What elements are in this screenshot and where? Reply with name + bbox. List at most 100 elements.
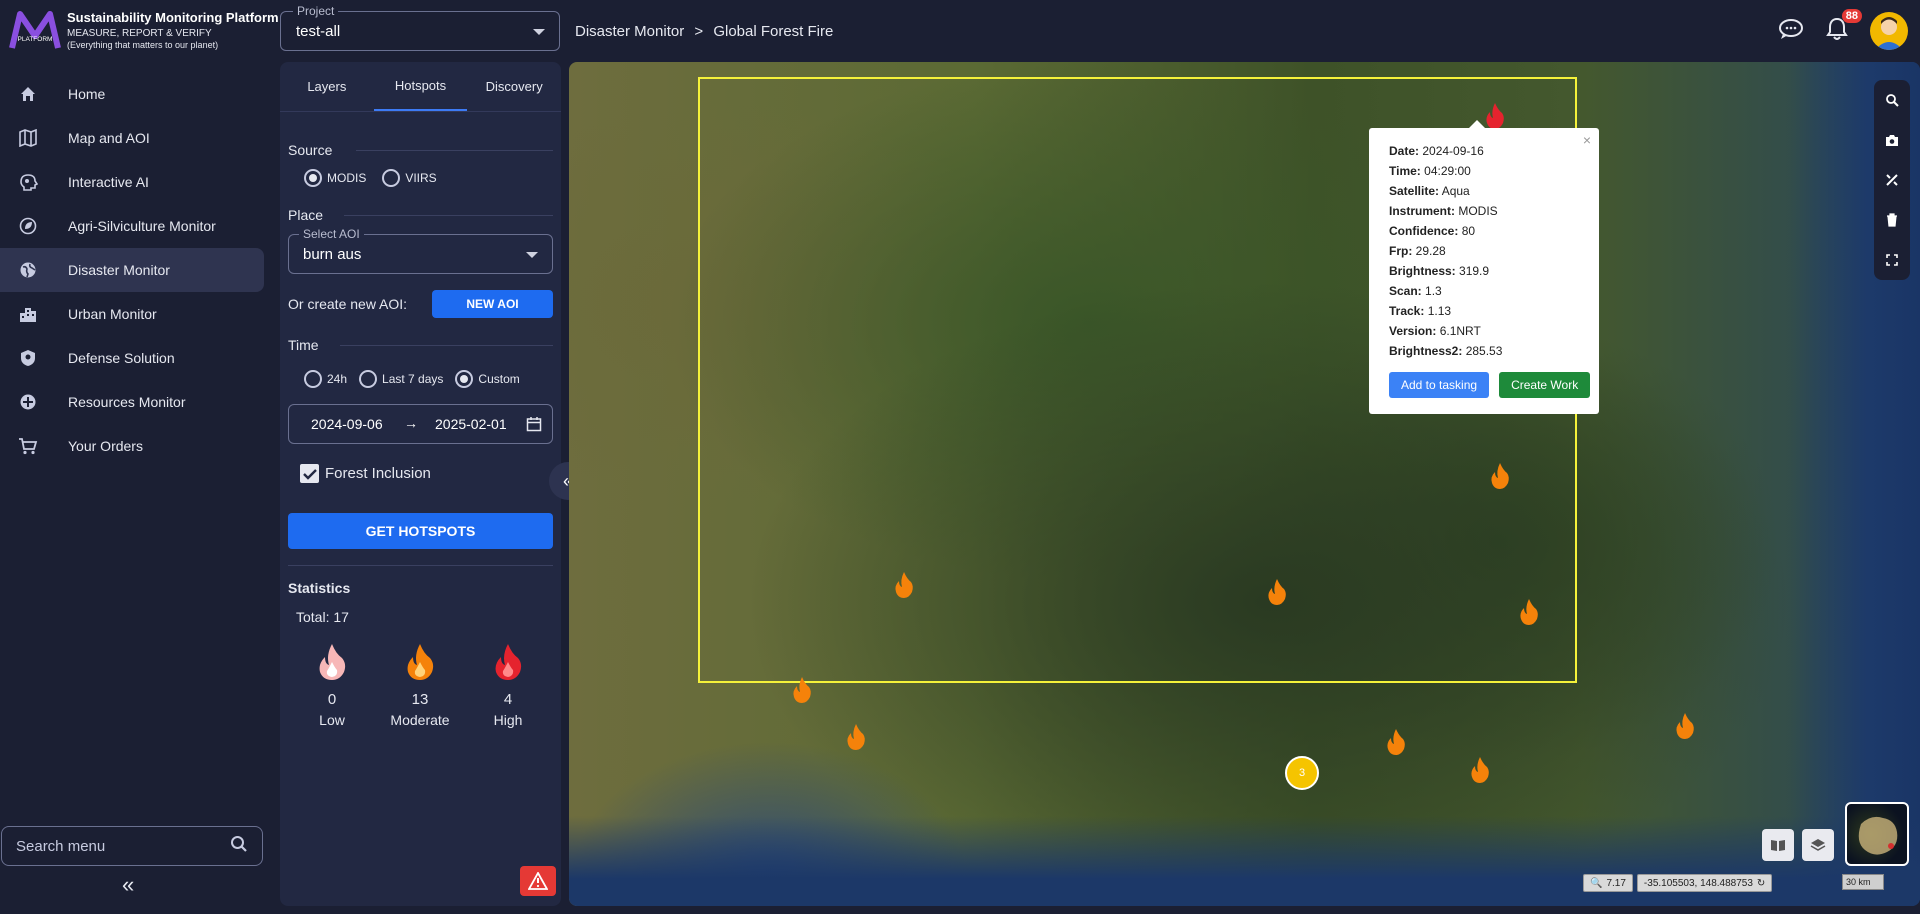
sidebar-item-your-orders[interactable]: Your Orders	[0, 424, 264, 468]
source-radio-modis[interactable]: MODIS	[304, 169, 366, 187]
divider	[344, 215, 553, 216]
tab-layers[interactable]: Layers	[280, 62, 374, 111]
project-select[interactable]: Project test-all	[280, 4, 560, 51]
tab-hotspots[interactable]: Hotspots	[373, 62, 468, 111]
fire-hotspot-marker[interactable]	[791, 676, 813, 704]
time-radio-24h[interactable]: 24h	[304, 370, 347, 388]
sidebar-item-home[interactable]: Home	[0, 72, 264, 116]
svg-text:PLATFORM: PLATFORM	[18, 36, 53, 43]
add-to-tasking-button[interactable]: Add to tasking	[1389, 372, 1490, 398]
fire-hotspot-marker[interactable]	[1385, 728, 1407, 756]
trash-icon[interactable]	[1874, 200, 1910, 240]
tab-discovery[interactable]: Discovery	[467, 62, 561, 111]
refresh-icon[interactable]: ↻	[1757, 878, 1765, 889]
chat-icon[interactable]	[1778, 18, 1804, 45]
popup-row: Instrument: MODIS	[1389, 201, 1579, 221]
sidebar-item-agri-silviculture[interactable]: Agri-Silviculture Monitor	[0, 204, 264, 248]
sidebar-item-label: Resources Monitor	[68, 394, 186, 410]
source-radio-viirs[interactable]: VIIRS	[382, 169, 437, 187]
stat-moderate: 13 Moderate	[385, 642, 455, 728]
create-work-button[interactable]: Create Work	[1499, 372, 1591, 398]
fire-hotspot-marker[interactable]	[1489, 462, 1511, 490]
date-from[interactable]: 2024-09-06	[311, 416, 383, 432]
fire-moderate-icon	[407, 644, 434, 680]
sidebar-item-interactive-ai[interactable]: Interactive AI	[0, 160, 264, 204]
forest-inclusion-checkbox[interactable]: Forest Inclusion	[300, 464, 431, 483]
search-menu-input[interactable]: Search menu	[1, 826, 263, 866]
fire-hotspot-marker-high[interactable]	[1484, 102, 1506, 130]
popup-value: Aqua	[1441, 184, 1470, 198]
fire-hotspot-marker[interactable]	[1469, 756, 1491, 784]
popup-actions: Add to tasking Create Work	[1389, 372, 1591, 398]
get-hotspots-button[interactable]: GET HOTSPOTS	[288, 513, 553, 549]
map-search-icon[interactable]	[1874, 80, 1910, 120]
chevron-down-icon	[533, 29, 545, 35]
breadcrumb-parent[interactable]: Disaster Monitor	[575, 23, 684, 40]
popup-value: 1.13	[1427, 304, 1452, 318]
close-icon[interactable]: ×	[1583, 132, 1591, 148]
radio-unselected-icon	[382, 169, 401, 187]
platform-logo[interactable]: PLATFORM	[8, 10, 62, 52]
hotspot-popup: × Date: 2024-09-16 Time: 04:29:00 Satell…	[1369, 120, 1599, 414]
app-tagline: MEASURE, REPORT & VERIFY	[67, 28, 212, 39]
map-icon	[18, 128, 38, 148]
fire-hotspot-marker[interactable]	[1518, 598, 1540, 626]
resources-icon	[18, 392, 38, 412]
ai-icon	[18, 172, 38, 192]
notification-bell-icon[interactable]: 88	[1826, 8, 1862, 46]
legend-book-icon[interactable]	[1762, 829, 1794, 861]
statistics-label: Statistics	[288, 580, 351, 596]
date-range-picker[interactable]: 2024-09-06 → 2025-02-01	[288, 404, 553, 444]
sidebar-item-resources-monitor[interactable]: Resources Monitor	[0, 380, 264, 424]
measure-tool-icon[interactable]	[1874, 160, 1910, 200]
popup-row: Brightness2: 285.53	[1389, 341, 1579, 361]
map-toolbar	[1874, 80, 1910, 280]
home-icon	[18, 84, 38, 104]
new-aoi-button[interactable]: NEW AOI	[432, 290, 553, 318]
hotspot-cluster[interactable]: 3	[1285, 756, 1319, 790]
map-status-bar: 🔍 7.17 -35.105503, 148.488753 ↻	[1583, 874, 1773, 892]
fire-hotspot-marker[interactable]	[1674, 712, 1696, 740]
fire-hotspot-marker[interactable]	[845, 723, 867, 751]
calendar-icon[interactable]	[526, 416, 542, 435]
popup-key: Brightness2:	[1389, 344, 1463, 358]
time-option-label: Last 7 days	[382, 372, 444, 386]
sidebar-item-defense-solution[interactable]: Defense Solution	[0, 336, 264, 380]
popup-key: Brightness:	[1389, 264, 1456, 278]
sidebar-item-urban-monitor[interactable]: Urban Monitor	[0, 292, 264, 336]
fire-low-icon	[319, 644, 346, 680]
date-to[interactable]: 2025-02-01	[435, 416, 507, 432]
minimap[interactable]	[1845, 802, 1909, 866]
hotspots-panel: Layers Hotspots Discovery Source MODIS V…	[280, 62, 561, 906]
time-radio-custom[interactable]: Custom	[455, 370, 520, 388]
fullscreen-icon[interactable]	[1874, 240, 1910, 280]
popup-value: 29.28	[1415, 244, 1446, 258]
date-arrow: →	[404, 415, 418, 431]
popup-row: Satellite: Aqua	[1389, 181, 1579, 201]
fire-hotspot-marker[interactable]	[1266, 578, 1288, 606]
fire-hotspot-marker[interactable]	[893, 571, 915, 599]
stat-high: 4 High	[473, 642, 543, 728]
source-option-label: VIIRS	[405, 171, 437, 185]
collapse-sidebar-icon[interactable]: «	[122, 872, 134, 898]
time-radio-last-7-days[interactable]: Last 7 days	[359, 370, 443, 388]
camera-icon[interactable]	[1874, 120, 1910, 160]
sidebar-item-label: Home	[68, 86, 106, 102]
search-icon[interactable]	[230, 835, 248, 858]
sidebar-item-map-and-aoi[interactable]: Map and AOI	[0, 116, 264, 160]
map-view[interactable]: 3 🔍 7.17 -35.105503, 148.488753 ↻ 30 km	[569, 62, 1920, 906]
popup-row: Scan: 1.3	[1389, 281, 1579, 301]
aoi-select[interactable]: Select AOI burn aus	[288, 227, 553, 274]
alert-icon[interactable]	[520, 866, 556, 896]
time-label: Time	[288, 337, 319, 353]
sidebar-item-label: Your Orders	[68, 438, 143, 454]
shield-icon	[18, 348, 38, 368]
app-subtitle: (Everything that matters to our planet)	[67, 40, 219, 50]
sidebar-item-label: Disaster Monitor	[68, 262, 170, 278]
popup-value: 285.53	[1465, 344, 1503, 358]
avatar[interactable]	[1870, 12, 1908, 50]
project-value: test-all	[296, 23, 341, 40]
layers-icon[interactable]	[1802, 829, 1834, 861]
coordinates-readout: -35.105503, 148.488753 ↻	[1636, 874, 1773, 892]
sidebar-item-disaster-monitor[interactable]: Disaster Monitor	[0, 248, 264, 292]
